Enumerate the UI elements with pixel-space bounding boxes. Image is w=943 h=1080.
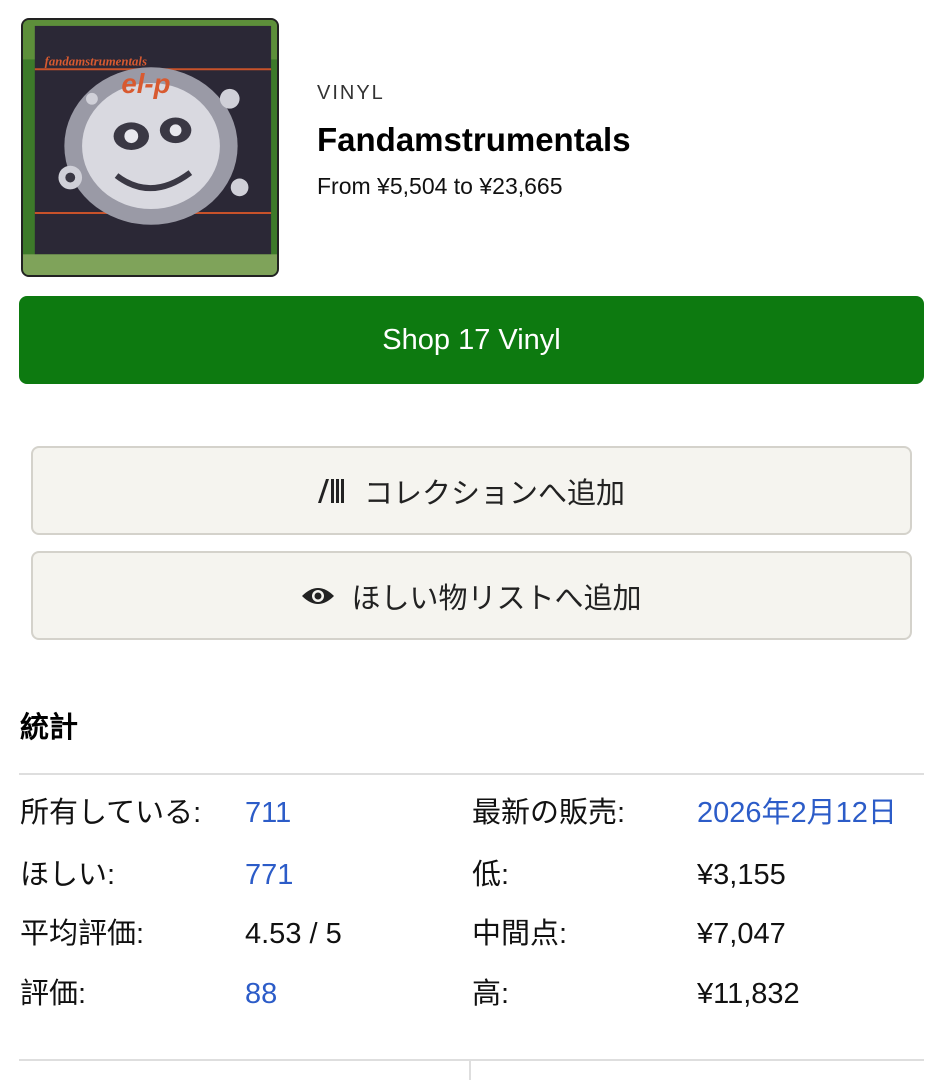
column-divider bbox=[469, 1061, 471, 1080]
release-page: fandamstrumentals el-p VINYL Fandamstrum… bbox=[0, 0, 943, 1080]
have-label: 所有している: bbox=[20, 797, 202, 829]
shop-button-label: Shop 17 Vinyl bbox=[382, 323, 561, 356]
wantlist-button-label: ほしい物リストへ追加 bbox=[351, 582, 642, 615]
add-to-wantlist-button[interactable]: ほしい物リストへ追加 bbox=[31, 551, 912, 640]
album-cover[interactable]: fandamstrumentals el-p bbox=[21, 18, 279, 277]
last-sold-label: 最新の販売: bbox=[472, 797, 626, 829]
ratings-value-link[interactable]: 88 bbox=[245, 974, 277, 1014]
avg-rating-label: 平均評価: bbox=[20, 918, 145, 950]
stats-divider-top bbox=[19, 773, 924, 775]
high-label: 高: bbox=[472, 978, 510, 1010]
stats-divider-bottom bbox=[19, 1059, 924, 1061]
want-label: ほしい: bbox=[20, 859, 116, 891]
svg-text:el-p: el-p bbox=[121, 68, 170, 99]
low-label: 低: bbox=[472, 859, 510, 891]
svg-text:fandamstrumentals: fandamstrumentals bbox=[45, 54, 147, 68]
release-meta: VINYL Fandamstrumentals From ¥5,504 to ¥… bbox=[317, 82, 631, 200]
add-to-collection-button[interactable]: コレクションへ追加 bbox=[31, 446, 912, 535]
median-label: 中間点: bbox=[472, 918, 568, 950]
ratings-label: 評価: bbox=[20, 978, 87, 1010]
want-value-link[interactable]: 771 bbox=[245, 855, 293, 895]
vinyl-collection-icon bbox=[317, 478, 348, 503]
release-title[interactable]: Fandamstrumentals bbox=[317, 121, 631, 159]
last-sold-value-link[interactable]: 2026年2月12日 bbox=[697, 793, 897, 833]
avg-rating-value: 4.53 / 5 bbox=[245, 918, 342, 950]
eye-icon bbox=[301, 585, 335, 607]
shop-vinyl-button[interactable]: Shop 17 Vinyl bbox=[19, 296, 924, 384]
low-value: ¥3,155 bbox=[697, 859, 786, 891]
stats-heading: 統計 bbox=[20, 712, 79, 744]
median-value: ¥7,047 bbox=[697, 918, 786, 950]
have-value-link[interactable]: 711 bbox=[245, 793, 291, 833]
release-format: VINYL bbox=[317, 82, 385, 104]
collection-button-label: コレクションへ追加 bbox=[363, 477, 625, 510]
high-value: ¥11,832 bbox=[697, 978, 800, 1010]
price-range: From ¥5,504 to ¥23,665 bbox=[317, 173, 563, 199]
